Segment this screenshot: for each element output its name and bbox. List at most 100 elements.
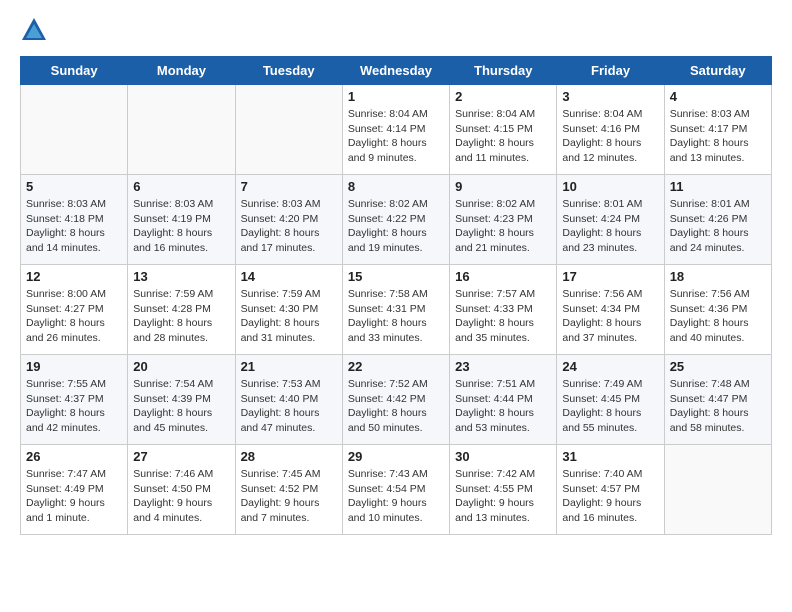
calendar-cell: 26Sunrise: 7:47 AMSunset: 4:49 PMDayligh…	[21, 445, 128, 535]
week-row-2: 12 Sunrise: 8:00 AMSunset: 4:27 PMDayligh…	[21, 265, 772, 355]
calendar-cell: 16 Sunrise: 7:57 AMSunset: 4:33 PMDayligh…	[450, 265, 557, 355]
calendar-cell: 11 Sunrise: 8:01 AMSunset: 4:26 PMDayligh…	[664, 175, 771, 265]
calendar-cell: 29 Sunrise: 7:43 AMSunset: 4:54 PMDayligh…	[342, 445, 449, 535]
week-row-1: 5 Sunrise: 8:03 AMSunset: 4:18 PMDaylight…	[21, 175, 772, 265]
day-number: 1	[348, 89, 444, 104]
cell-info: Sunrise: 8:00 AMSunset: 4:27 PMDaylight:…	[26, 287, 122, 346]
calendar-table: SundayMondayTuesdayWednesdayThursdayFrid…	[20, 56, 772, 535]
cell-info: Sunrise: 8:03 AMSunset: 4:20 PMDaylight:…	[241, 197, 337, 256]
calendar-cell: 28 Sunrise: 7:45 AMSunset: 4:52 PMDayligh…	[235, 445, 342, 535]
cell-info: Sunrise: 7:56 AMSunset: 4:36 PMDaylight:…	[670, 287, 766, 346]
cell-info: Sunrise: 8:04 AMSunset: 4:16 PMDaylight:…	[562, 107, 658, 166]
calendar-cell	[128, 85, 235, 175]
cell-info: Sunrise: 7:56 AMSunset: 4:34 PMDaylight:…	[562, 287, 658, 346]
cell-info: Sunrise: 7:40 AMSunset: 4:57 PMDaylight:…	[562, 467, 658, 526]
day-number: 12	[26, 269, 122, 284]
day-number: 23	[455, 359, 551, 374]
cell-info: Sunrise: 8:02 AMSunset: 4:22 PMDaylight:…	[348, 197, 444, 256]
day-number: 8	[348, 179, 444, 194]
day-number: 28	[241, 449, 337, 464]
day-header-saturday: Saturday	[664, 57, 771, 85]
calendar-cell	[664, 445, 771, 535]
page: SundayMondayTuesdayWednesdayThursdayFrid…	[0, 0, 792, 551]
calendar-cell: 18Sunrise: 7:56 AMSunset: 4:36 PMDayligh…	[664, 265, 771, 355]
calendar-cell	[235, 85, 342, 175]
cell-info: Sunrise: 7:45 AMSunset: 4:52 PMDaylight:…	[241, 467, 337, 526]
cell-info: Sunrise: 8:02 AMSunset: 4:23 PMDaylight:…	[455, 197, 551, 256]
day-number: 30	[455, 449, 551, 464]
calendar-cell: 12 Sunrise: 8:00 AMSunset: 4:27 PMDayligh…	[21, 265, 128, 355]
calendar-cell: 3 Sunrise: 8:04 AMSunset: 4:16 PMDaylight…	[557, 85, 664, 175]
week-row-0: 1 Sunrise: 8:04 AMSunset: 4:14 PMDaylight…	[21, 85, 772, 175]
day-number: 14	[241, 269, 337, 284]
cell-info: Sunrise: 7:52 AMSunset: 4:42 PMDaylight:…	[348, 377, 444, 436]
calendar-cell: 31 Sunrise: 7:40 AMSunset: 4:57 PMDayligh…	[557, 445, 664, 535]
day-number: 11	[670, 179, 766, 194]
day-header-sunday: Sunday	[21, 57, 128, 85]
calendar-header: SundayMondayTuesdayWednesdayThursdayFrid…	[21, 57, 772, 85]
day-number: 29	[348, 449, 444, 464]
calendar-cell: 23 Sunrise: 7:51 AMSunset: 4:44 PMDayligh…	[450, 355, 557, 445]
cell-info: Sunrise: 7:43 AMSunset: 4:54 PMDaylight:…	[348, 467, 444, 526]
day-number: 17	[562, 269, 658, 284]
cell-info: Sunrise: 7:57 AMSunset: 4:33 PMDaylight:…	[455, 287, 551, 346]
calendar-cell: 8 Sunrise: 8:02 AMSunset: 4:22 PMDaylight…	[342, 175, 449, 265]
day-number: 4	[670, 89, 766, 104]
calendar-cell: 27Sunrise: 7:46 AMSunset: 4:50 PMDayligh…	[128, 445, 235, 535]
calendar-cell: 10 Sunrise: 8:01 AMSunset: 4:24 PMDayligh…	[557, 175, 664, 265]
day-number: 10	[562, 179, 658, 194]
calendar-cell: 5 Sunrise: 8:03 AMSunset: 4:18 PMDaylight…	[21, 175, 128, 265]
week-row-3: 19Sunrise: 7:55 AMSunset: 4:37 PMDayligh…	[21, 355, 772, 445]
day-number: 15	[348, 269, 444, 284]
cell-info: Sunrise: 7:46 AMSunset: 4:50 PMDaylight:…	[133, 467, 229, 526]
calendar-cell: 17 Sunrise: 7:56 AMSunset: 4:34 PMDayligh…	[557, 265, 664, 355]
cell-info: Sunrise: 7:48 AMSunset: 4:47 PMDaylight:…	[670, 377, 766, 436]
calendar-cell: 22 Sunrise: 7:52 AMSunset: 4:42 PMDayligh…	[342, 355, 449, 445]
day-number: 3	[562, 89, 658, 104]
calendar-cell: 21 Sunrise: 7:53 AMSunset: 4:40 PMDayligh…	[235, 355, 342, 445]
day-number: 16	[455, 269, 551, 284]
day-number: 31	[562, 449, 658, 464]
calendar-cell: 30 Sunrise: 7:42 AMSunset: 4:55 PMDayligh…	[450, 445, 557, 535]
day-number: 22	[348, 359, 444, 374]
calendar-cell	[21, 85, 128, 175]
cell-info: Sunrise: 8:04 AMSunset: 4:15 PMDaylight:…	[455, 107, 551, 166]
calendar-cell: 25 Sunrise: 7:48 AMSunset: 4:47 PMDayligh…	[664, 355, 771, 445]
calendar-cell: 24 Sunrise: 7:49 AMSunset: 4:45 PMDayligh…	[557, 355, 664, 445]
logo	[20, 16, 52, 44]
cell-info: Sunrise: 7:53 AMSunset: 4:40 PMDaylight:…	[241, 377, 337, 436]
calendar-cell: 6 Sunrise: 8:03 AMSunset: 4:19 PMDaylight…	[128, 175, 235, 265]
cell-info: Sunrise: 7:59 AMSunset: 4:30 PMDaylight:…	[241, 287, 337, 346]
cell-info: Sunrise: 8:03 AMSunset: 4:19 PMDaylight:…	[133, 197, 229, 256]
cell-info: Sunrise: 8:03 AMSunset: 4:17 PMDaylight:…	[670, 107, 766, 166]
calendar-cell: 13Sunrise: 7:59 AMSunset: 4:28 PMDayligh…	[128, 265, 235, 355]
day-number: 25	[670, 359, 766, 374]
cell-info: Sunrise: 7:42 AMSunset: 4:55 PMDaylight:…	[455, 467, 551, 526]
logo-icon	[20, 16, 48, 44]
day-header-tuesday: Tuesday	[235, 57, 342, 85]
calendar-cell: 14 Sunrise: 7:59 AMSunset: 4:30 PMDayligh…	[235, 265, 342, 355]
cell-info: Sunrise: 7:51 AMSunset: 4:44 PMDaylight:…	[455, 377, 551, 436]
day-header-wednesday: Wednesday	[342, 57, 449, 85]
calendar-cell: 9Sunrise: 8:02 AMSunset: 4:23 PMDaylight…	[450, 175, 557, 265]
cell-info: Sunrise: 8:03 AMSunset: 4:18 PMDaylight:…	[26, 197, 122, 256]
calendar-cell: 4 Sunrise: 8:03 AMSunset: 4:17 PMDaylight…	[664, 85, 771, 175]
cell-info: Sunrise: 7:49 AMSunset: 4:45 PMDaylight:…	[562, 377, 658, 436]
cell-info: Sunrise: 8:01 AMSunset: 4:26 PMDaylight:…	[670, 197, 766, 256]
calendar-cell: 2Sunrise: 8:04 AMSunset: 4:15 PMDaylight…	[450, 85, 557, 175]
day-number: 21	[241, 359, 337, 374]
calendar-cell: 20 Sunrise: 7:54 AMSunset: 4:39 PMDayligh…	[128, 355, 235, 445]
header	[20, 16, 772, 44]
day-number: 20	[133, 359, 229, 374]
header-row: SundayMondayTuesdayWednesdayThursdayFrid…	[21, 57, 772, 85]
cell-info: Sunrise: 7:54 AMSunset: 4:39 PMDaylight:…	[133, 377, 229, 436]
cell-info: Sunrise: 8:01 AMSunset: 4:24 PMDaylight:…	[562, 197, 658, 256]
day-number: 6	[133, 179, 229, 194]
week-row-4: 26Sunrise: 7:47 AMSunset: 4:49 PMDayligh…	[21, 445, 772, 535]
cell-info: Sunrise: 8:04 AMSunset: 4:14 PMDaylight:…	[348, 107, 444, 166]
day-number: 26	[26, 449, 122, 464]
day-number: 5	[26, 179, 122, 194]
calendar-cell: 15Sunrise: 7:58 AMSunset: 4:31 PMDayligh…	[342, 265, 449, 355]
calendar-cell: 19Sunrise: 7:55 AMSunset: 4:37 PMDayligh…	[21, 355, 128, 445]
day-number: 24	[562, 359, 658, 374]
